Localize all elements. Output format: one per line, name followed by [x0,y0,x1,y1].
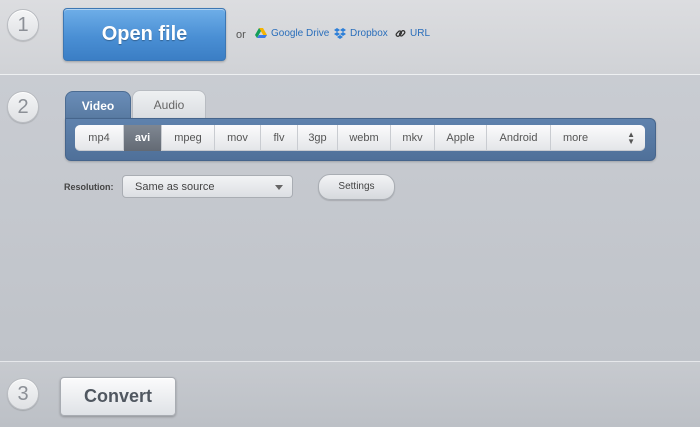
format-apple[interactable]: Apple [435,125,487,151]
chevron-down-icon [275,185,283,190]
step-2-number: 2 [7,91,39,123]
link-icon [395,28,406,39]
convert-button[interactable]: Convert [60,377,176,416]
format-more[interactable]: more ▲ ▼ [551,125,645,151]
google-drive-icon [255,28,267,39]
or-label: or [236,29,246,41]
format-bar: mp4 avi mpeg mov flv 3gp webm mkv Apple … [75,125,645,151]
format-panel: mp4 avi mpeg mov flv 3gp webm mkv Apple … [65,118,656,161]
format-mov[interactable]: mov [215,125,261,151]
url-link[interactable]: URL [395,28,430,39]
tab-audio[interactable]: Audio [132,90,206,121]
dropbox-icon [334,28,346,39]
dropbox-link[interactable]: Dropbox [334,28,388,39]
up-down-arrows-icon: ▲ ▼ [627,130,635,146]
format-android[interactable]: Android [487,125,551,151]
dropbox-label: Dropbox [350,28,388,39]
step-1-number: 1 [7,9,39,41]
format-webm[interactable]: webm [338,125,391,151]
format-mpeg[interactable]: mpeg [162,125,215,151]
format-more-label: more [563,132,589,144]
resolution-value: Same as source [135,181,215,193]
resolution-label: Resolution: [64,182,114,192]
format-flv[interactable]: flv [261,125,298,151]
format-mkv[interactable]: mkv [391,125,435,151]
format-3gp[interactable]: 3gp [298,125,338,151]
format-avi[interactable]: avi [124,125,162,151]
google-drive-label: Google Drive [271,28,330,39]
url-label: URL [410,28,431,39]
resolution-select[interactable]: Same as source [122,175,293,198]
settings-button[interactable]: Settings [318,174,395,200]
step-3-number: 3 [7,378,39,410]
format-mp4[interactable]: mp4 [75,125,124,151]
google-drive-link[interactable]: Google Drive [255,28,329,39]
open-file-button[interactable]: Open file [63,8,226,61]
